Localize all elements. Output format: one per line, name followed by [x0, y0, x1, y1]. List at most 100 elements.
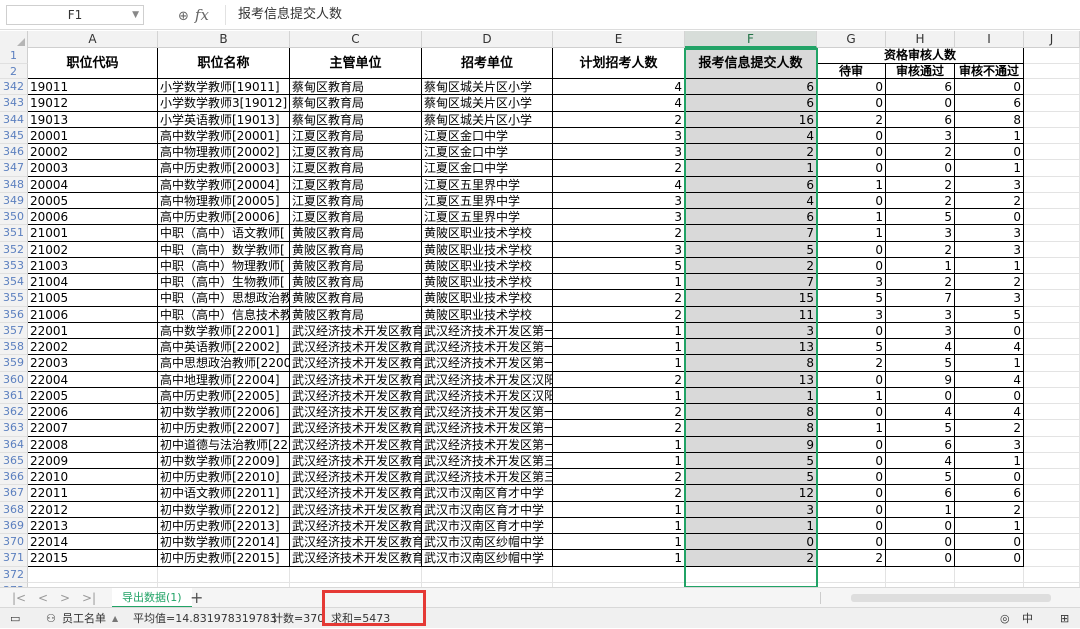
cell-f[interactable]: 3: [685, 322, 817, 339]
cell-f[interactable]: 13: [685, 339, 817, 356]
empty-cell[interactable]: [1024, 501, 1080, 518]
macro-icon[interactable]: ▭: [10, 608, 20, 629]
cell-c[interactable]: 武汉经济技术开发区教育: [290, 404, 422, 421]
cell-i[interactable]: 2: [955, 192, 1024, 209]
header-f[interactable]: 报考信息提交人数: [685, 48, 817, 79]
cell-a[interactable]: 22008: [28, 436, 158, 453]
cell-d[interactable]: 黄陂区职业技术学校: [422, 306, 553, 323]
header-c[interactable]: 主管单位: [290, 48, 422, 79]
cell-e[interactable]: 2: [553, 371, 685, 388]
header-e[interactable]: 计划招考人数: [553, 48, 685, 79]
row-header[interactable]: 369: [0, 517, 28, 534]
empty-cell[interactable]: [553, 566, 685, 583]
cell-a[interactable]: 19011: [28, 79, 158, 96]
cell-f[interactable]: 6: [685, 176, 817, 193]
cell-g[interactable]: 0: [817, 534, 886, 551]
cell-g[interactable]: 0: [817, 322, 886, 339]
cell-b[interactable]: 初中数学教师[22012]: [158, 501, 290, 518]
cell-e[interactable]: 4: [553, 176, 685, 193]
cell-f[interactable]: 6: [685, 209, 817, 226]
cell-a[interactable]: 19013: [28, 111, 158, 128]
cell-e[interactable]: 1: [553, 452, 685, 469]
cell-f[interactable]: 15: [685, 290, 817, 307]
first-sheet-icon[interactable]: |<: [12, 588, 26, 608]
prev-sheet-icon[interactable]: <: [38, 588, 48, 608]
cell-i[interactable]: 6: [955, 95, 1024, 112]
cell-h[interactable]: 0: [886, 160, 955, 177]
cell-a[interactable]: 20003: [28, 160, 158, 177]
column-header-e[interactable]: E: [553, 31, 685, 48]
cell-g[interactable]: 0: [817, 452, 886, 469]
cell-d[interactable]: 江夏区五里界中学: [422, 209, 553, 226]
cell-i[interactable]: 3: [955, 176, 1024, 193]
cell-f[interactable]: 5: [685, 452, 817, 469]
cell-b[interactable]: 初中历史教师[22007]: [158, 420, 290, 437]
name-box[interactable]: F1 ▼: [6, 5, 144, 25]
cell-h[interactable]: 0: [886, 517, 955, 534]
next-sheet-icon[interactable]: >: [60, 588, 70, 608]
cell-b[interactable]: 初中历史教师[22015]: [158, 550, 290, 567]
cell-h[interactable]: 3: [886, 306, 955, 323]
empty-cell[interactable]: [290, 566, 422, 583]
empty-cell[interactable]: [1024, 144, 1080, 161]
cell-c[interactable]: 黄陂区教育局: [290, 290, 422, 307]
empty-cell[interactable]: [1024, 290, 1080, 307]
cell-h[interactable]: 3: [886, 127, 955, 144]
cell-a[interactable]: 20001: [28, 127, 158, 144]
cell-i[interactable]: 0: [955, 534, 1024, 551]
cell-i[interactable]: 1: [955, 160, 1024, 177]
cell-a[interactable]: 22002: [28, 339, 158, 356]
row-header[interactable]: 362: [0, 404, 28, 421]
cell-i[interactable]: 0: [955, 469, 1024, 486]
cell-c[interactable]: 武汉经济技术开发区教育: [290, 485, 422, 502]
empty-cell[interactable]: [1024, 192, 1080, 209]
cell-i[interactable]: 5: [955, 306, 1024, 323]
cell-h[interactable]: 7: [886, 290, 955, 307]
cell-c[interactable]: 武汉经济技术开发区教育: [290, 371, 422, 388]
cell-i[interactable]: 3: [955, 241, 1024, 258]
cell-g[interactable]: 3: [817, 274, 886, 291]
cell-a[interactable]: 22009: [28, 452, 158, 469]
cell-i[interactable]: 6: [955, 485, 1024, 502]
cell-i[interactable]: 4: [955, 371, 1024, 388]
cell-h[interactable]: 0: [886, 95, 955, 112]
cell-a[interactable]: 22011: [28, 485, 158, 502]
row-header[interactable]: 368: [0, 501, 28, 518]
cell-d[interactable]: 黄陂区职业技术学校: [422, 274, 553, 291]
cell-e[interactable]: 1: [553, 436, 685, 453]
cell-e[interactable]: 2: [553, 290, 685, 307]
cell-h[interactable]: 6: [886, 111, 955, 128]
cell-h[interactable]: 6: [886, 485, 955, 502]
cell-d[interactable]: 武汉经济技术开发区第三: [422, 469, 553, 486]
empty-cell[interactable]: [1024, 111, 1080, 128]
cell-g[interactable]: 0: [817, 127, 886, 144]
cell-f[interactable]: 0: [685, 534, 817, 551]
zoom-icon[interactable]: ⊕: [178, 9, 189, 24]
cell-b[interactable]: 中职（高中）语文教师[: [158, 225, 290, 242]
cell-c[interactable]: 江夏区教育局: [290, 209, 422, 226]
cell-i[interactable]: 0: [955, 79, 1024, 96]
cell-c[interactable]: 武汉经济技术开发区教育: [290, 534, 422, 551]
cell-c[interactable]: 黄陂区教育局: [290, 274, 422, 291]
cell-g[interactable]: 1: [817, 176, 886, 193]
empty-cell[interactable]: [1024, 241, 1080, 258]
cell-d[interactable]: 蔡甸区城关片区小学: [422, 95, 553, 112]
cell-b[interactable]: 高中物理教师[20005]: [158, 192, 290, 209]
cell-d[interactable]: 江夏区金口中学: [422, 160, 553, 177]
row-header[interactable]: 356: [0, 306, 28, 323]
row-header[interactable]: 359: [0, 355, 28, 372]
empty-cell[interactable]: [1024, 48, 1080, 64]
row-header[interactable]: 345: [0, 127, 28, 144]
cell-i[interactable]: 3: [955, 436, 1024, 453]
cell-f[interactable]: 5: [685, 241, 817, 258]
cell-f[interactable]: 16: [685, 111, 817, 128]
cell-h[interactable]: 2: [886, 192, 955, 209]
cell-a[interactable]: 22004: [28, 371, 158, 388]
empty-cell[interactable]: [1024, 534, 1080, 551]
column-header-a[interactable]: A: [28, 31, 158, 48]
empty-cell[interactable]: [1024, 387, 1080, 404]
cell-b[interactable]: 高中物理教师[20002]: [158, 144, 290, 161]
cell-b[interactable]: 高中地理教师[22004]: [158, 371, 290, 388]
cell-c[interactable]: 江夏区教育局: [290, 127, 422, 144]
empty-cell[interactable]: [1024, 452, 1080, 469]
